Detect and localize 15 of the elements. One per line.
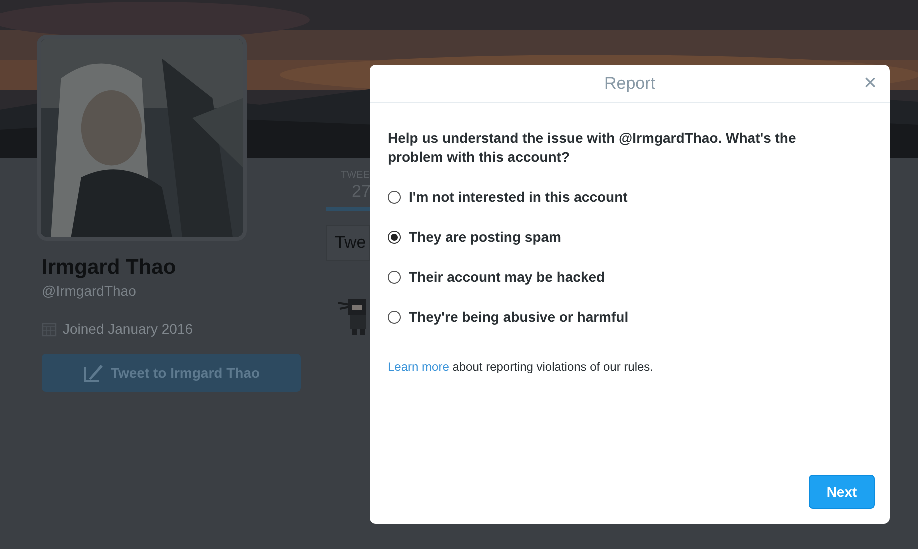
active-tab-underline (326, 207, 370, 211)
option-label: I'm not interested in this account (409, 188, 628, 207)
option-label: They are posting spam (409, 228, 562, 247)
next-button[interactable]: Next (809, 475, 875, 509)
profile-handle: @IrmgardThao (42, 282, 136, 301)
option-label: They're being abusive or harmful (409, 308, 629, 327)
radio-button[interactable] (388, 231, 401, 244)
radio-button[interactable] (388, 271, 401, 284)
info-text: Learn more about reporting violations of our rules. (388, 359, 654, 376)
joined-date: Joined January 2016 (63, 320, 193, 339)
radio-button[interactable] (388, 311, 401, 324)
option-label: Their account may be hacked (409, 268, 606, 287)
radio-button[interactable] (388, 191, 401, 204)
learn-more-link[interactable]: Learn more (388, 360, 450, 374)
compose-icon (82, 363, 105, 383)
